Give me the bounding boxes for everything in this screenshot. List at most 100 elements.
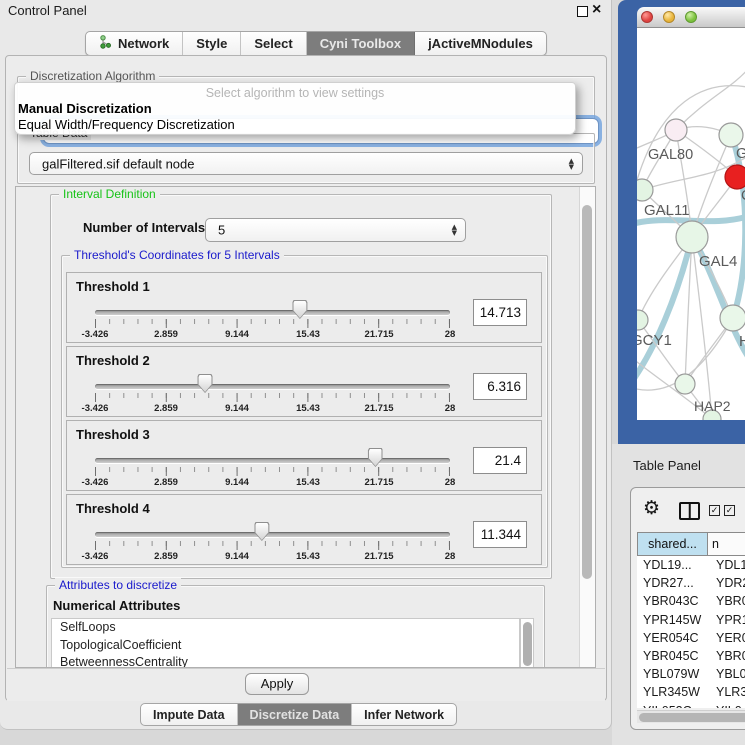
numerical-attributes-list[interactable]: SelfLoopsTopologicalCoefficientBetweenne…: [51, 618, 520, 668]
network-node-label: GAL80: [648, 147, 693, 163]
slider-track[interactable]: [95, 310, 450, 315]
tab-label: Network: [118, 36, 169, 51]
tab-style[interactable]: Style: [183, 32, 241, 55]
tick-label: 9.144: [225, 329, 249, 340]
network-edge[interactable]: [676, 68, 745, 130]
network-node[interactable]: [719, 123, 743, 147]
table-cell[interactable]: YLR3: [708, 685, 745, 699]
table-cell[interactable]: YDR2: [708, 576, 745, 590]
slider-handle[interactable]: [368, 448, 383, 467]
table-cell[interactable]: YER054C: [637, 631, 708, 645]
table-data-combobox[interactable]: galFiltered.sif default node ▲▼: [29, 152, 583, 175]
list-scrollbar[interactable]: [520, 618, 534, 668]
network-node[interactable]: [720, 305, 745, 331]
scrollbar-thumb[interactable]: [582, 205, 592, 579]
control-panel-titlebar: Control Panel ×: [0, 0, 612, 20]
table-cell[interactable]: YBL0: [708, 667, 745, 681]
tab-network[interactable]: Network: [86, 32, 183, 55]
tab-infer-network[interactable]: Infer Network: [352, 704, 456, 725]
threshold-value-field[interactable]: 21.4: [473, 447, 527, 474]
close-icon[interactable]: ×: [592, 0, 601, 20]
minimize-traffic-light-icon[interactable]: [663, 11, 675, 23]
attribute-item[interactable]: BetweennessCentrality: [52, 654, 519, 668]
number-of-intervals-combobox[interactable]: 5 ▲▼: [205, 218, 466, 242]
tab-jactivemnodules[interactable]: jActiveMNodules: [415, 32, 546, 55]
dropdown-item-equal-width-frequency[interactable]: Equal Width/Frequency Discretization: [18, 117, 235, 132]
checkbox-icon[interactable]: ✓: [709, 505, 720, 516]
network-node-label: GAL11: [644, 202, 690, 219]
network-view-window: GAL80GACGAL11GAL4GCY1HHAP2: [618, 0, 745, 444]
tab-select[interactable]: Select: [241, 32, 306, 55]
tick-label: -3.426: [82, 403, 109, 414]
table-row[interactable]: YDR27...YDR2: [637, 574, 745, 592]
threshold-4-slider[interactable]: -3.426 2.859 9.144 15.43 21.715 28: [95, 495, 450, 566]
slider-handle[interactable]: [198, 374, 213, 393]
apply-button[interactable]: Apply: [245, 673, 309, 695]
network-canvas[interactable]: GAL80GACGAL11GAL4GCY1HHAP2: [637, 28, 745, 420]
tab-impute-data[interactable]: Impute Data: [141, 704, 238, 725]
tab-cyni-toolbox[interactable]: Cyni Toolbox: [307, 32, 415, 55]
threshold-3-slider[interactable]: -3.426 2.859 9.144 15.43 21.715 28: [95, 421, 450, 492]
threshold-value-field[interactable]: 14.713: [473, 299, 527, 326]
network-node[interactable]: [675, 374, 695, 394]
table-row[interactable]: YBR043CYBR0: [637, 592, 745, 610]
tick-label: 15.43: [296, 551, 320, 562]
table-cell[interactable]: YDR27...: [637, 576, 708, 590]
attribute-item[interactable]: SelfLoops: [52, 619, 519, 637]
table-cell[interactable]: YBR045C: [637, 649, 708, 663]
table-cell[interactable]: YLR345W: [637, 685, 708, 699]
settings-scrollbar[interactable]: [579, 187, 595, 667]
table-row[interactable]: YBL079WYBL0: [637, 665, 745, 683]
table-row[interactable]: YER054CYER0: [637, 629, 745, 647]
gear-icon[interactable]: ⚙: [643, 497, 660, 519]
table-cell[interactable]: YBL079W: [637, 667, 708, 681]
table-row[interactable]: YLR345WYLR3: [637, 683, 745, 701]
table-hscrollbar[interactable]: [637, 710, 745, 723]
network-node[interactable]: [676, 221, 708, 253]
column-header-name[interactable]: n: [708, 532, 745, 556]
column-header-shared-name[interactable]: shared...: [637, 532, 708, 556]
scrollbar-thumb[interactable]: [523, 622, 532, 666]
threshold-2-slider[interactable]: -3.426 2.859 9.144 15.43 21.715 28: [95, 347, 450, 418]
close-traffic-light-icon[interactable]: [641, 11, 653, 23]
table-row[interactable]: YPR145WYPR1: [637, 611, 745, 629]
table-cell[interactable]: YBR0: [708, 594, 745, 608]
slider-handle[interactable]: [254, 522, 269, 541]
zoom-traffic-light-icon[interactable]: [685, 11, 697, 23]
scrollbar-thumb[interactable]: [639, 713, 745, 722]
slider-handle[interactable]: [292, 300, 307, 319]
table-cell[interactable]: YPR1: [708, 613, 745, 627]
checkbox-icon[interactable]: ✓: [724, 505, 735, 516]
table-panel-region: Table Panel ⚙ ✓ ✓ shared... n YDL19...YD…: [612, 444, 745, 745]
columns-icon[interactable]: [679, 502, 700, 520]
float-window-icon[interactable]: [577, 6, 588, 17]
slider-track[interactable]: [95, 532, 450, 537]
table-cell[interactable]: YBR0: [708, 649, 745, 663]
table-cell[interactable]: YER0: [708, 631, 745, 645]
threshold-value-field[interactable]: 6.316: [473, 373, 527, 400]
table-row[interactable]: YBR045CYBR0: [637, 647, 745, 665]
table-row[interactable]: YIL052CYIL0: [637, 702, 745, 709]
dropdown-item-manual-discretization[interactable]: Manual Discretization: [18, 101, 152, 116]
network-edge[interactable]: [637, 237, 692, 380]
table-row[interactable]: YDL19...YDL1: [637, 556, 745, 574]
table-cell[interactable]: YDL1: [708, 558, 745, 572]
table-cell[interactable]: YBR043C: [637, 594, 708, 608]
threshold-value-field[interactable]: 11.344: [473, 521, 527, 548]
network-node[interactable]: [637, 179, 653, 201]
table-cell[interactable]: YPR145W: [637, 613, 708, 627]
attribute-item[interactable]: TopologicalCoefficient: [52, 637, 519, 655]
network-node[interactable]: [725, 165, 745, 189]
network-node[interactable]: [665, 119, 687, 141]
network-node[interactable]: [637, 310, 648, 330]
table-cell[interactable]: YIL0: [708, 704, 742, 708]
tab-discretize-data[interactable]: Discretize Data: [238, 704, 353, 725]
table-cell[interactable]: YIL052C: [637, 704, 708, 708]
table-cell[interactable]: YDL19...: [637, 558, 708, 572]
threshold-2-block: Threshold 2 -3.426 2.859 9.144 15.43 21.…: [66, 346, 542, 417]
threshold-3-block: Threshold 3 -3.426 2.859 9.144 15.43 21.…: [66, 420, 542, 491]
slider-track[interactable]: [95, 384, 450, 389]
tick-label: 15.43: [296, 329, 320, 340]
threshold-1-slider[interactable]: -3.426 2.859 9.144 15.43 21.715 28: [95, 273, 450, 344]
slider-track[interactable]: [95, 458, 450, 463]
